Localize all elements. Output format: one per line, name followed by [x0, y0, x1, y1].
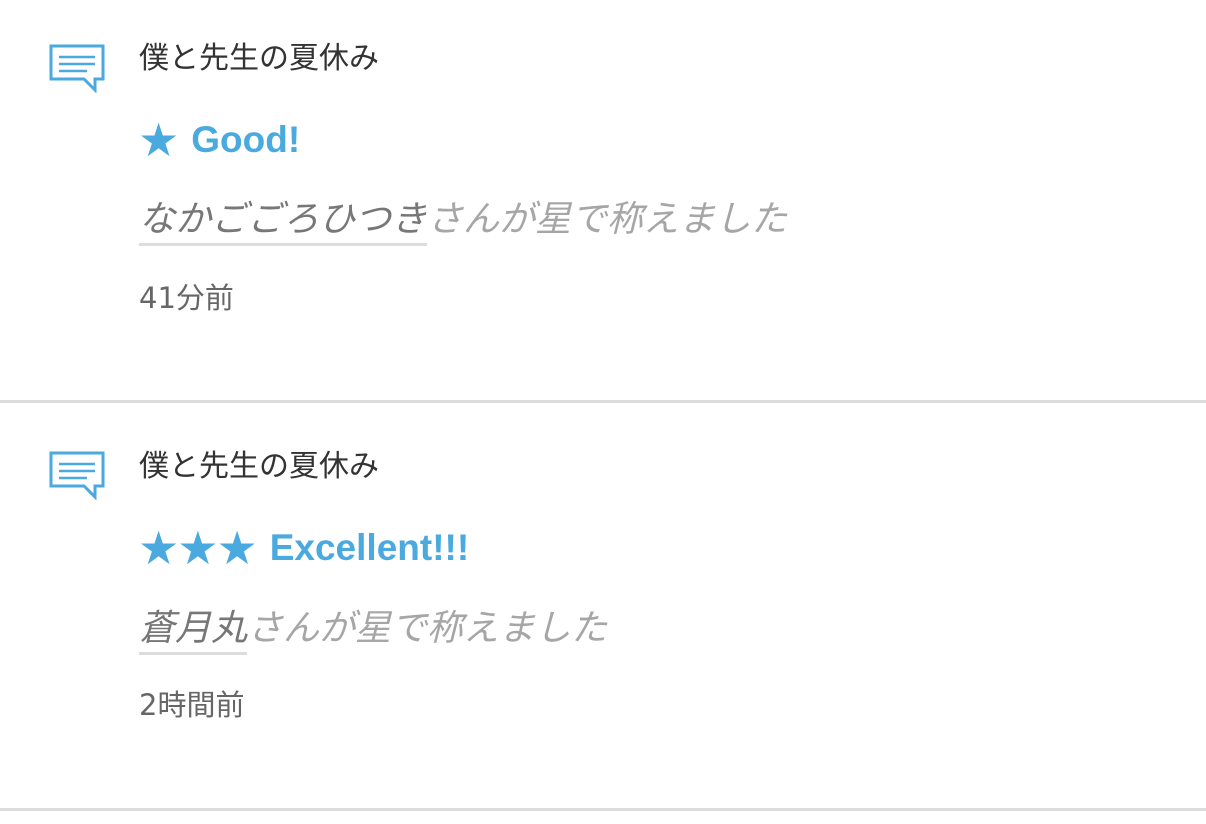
star-icons: ★★★	[138, 521, 258, 575]
rating-label: Good!	[191, 119, 301, 160]
comment-icon	[49, 44, 105, 93]
user-link[interactable]: 蒼月丸	[139, 608, 248, 655]
rating-label: Excellent!!!	[269, 527, 470, 568]
notification-item[interactable]: 僕と先生の夏休み ★ Good! なかごごろひつきさんが星で称えました 41分前	[0, 0, 1206, 403]
timestamp: 41分前	[139, 281, 234, 315]
starred-by-text: なかごごろひつきさんが星で称えました	[139, 196, 788, 246]
comment-icon	[49, 451, 105, 500]
notification-feed: 僕と先生の夏休み ★ Good! なかごごろひつきさんが星で称えました 41分前…	[0, 0, 1206, 824]
star-rating: ★★★ Excellent!!!	[138, 523, 469, 573]
work-title-link[interactable]: 僕と先生の夏休み	[139, 447, 379, 487]
starred-by-text: 蒼月丸さんが星で称えました	[139, 605, 608, 655]
star-icons: ★	[138, 113, 179, 167]
timestamp: 2時間前	[139, 688, 245, 722]
notification-item[interactable]: 僕と先生の夏休み ★★★ Excellent!!! 蒼月丸さんが星で称えました …	[0, 403, 1206, 811]
action-text: さんが星で称えました	[247, 608, 608, 649]
user-link[interactable]: なかごごろひつき	[139, 199, 428, 246]
star-rating: ★ Good!	[138, 115, 300, 165]
work-title-link[interactable]: 僕と先生の夏休み	[139, 39, 379, 79]
action-text: さんが星で称えました	[427, 199, 788, 240]
